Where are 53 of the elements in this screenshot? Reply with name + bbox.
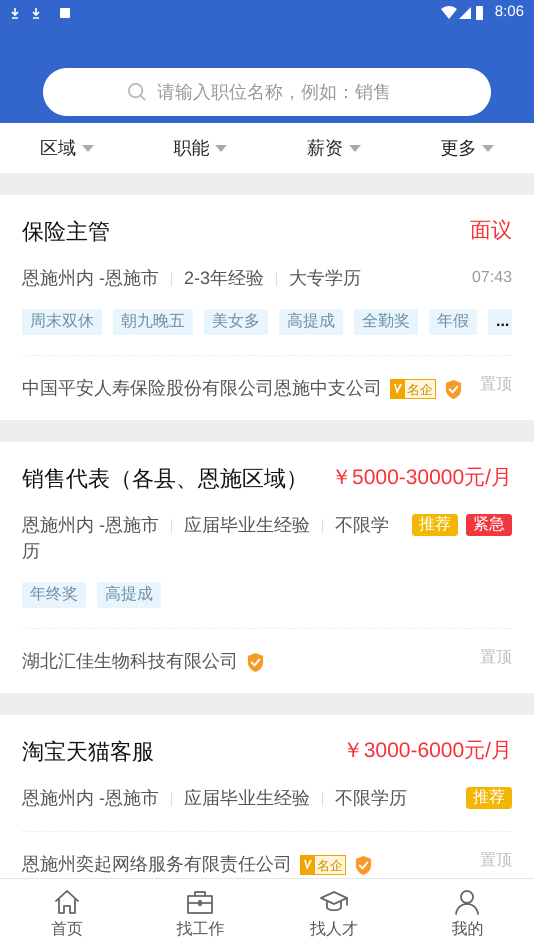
search-icon — [127, 82, 148, 103]
welfare-tag: 全勤奖 — [354, 309, 418, 335]
nav-tab[interactable]: 找人才 — [267, 879, 400, 950]
job-badge: 推荐 — [412, 514, 458, 536]
welfare-tag: 高提成 — [279, 309, 343, 335]
filter-dropdown[interactable]: 薪资 — [306, 134, 361, 162]
welfare-tag: 朝九晚五 — [113, 309, 193, 335]
welfare-tag: 高提成 — [97, 582, 161, 608]
filter-dropdown[interactable]: 区域 — [40, 134, 94, 162]
job-card[interactable]: 销售代表（各县、恩施区域） ￥5000-30000元/月 恩施州内 -恩施市 应届毕业生经验 不限学历 推荐 紧急 年终奖 高提成 湖北汇佳生物科技有限公司 置顶 — [0, 442, 534, 693]
salary: ￥3000-6000元/月 — [342, 738, 512, 764]
job-title: 保险主管 — [22, 218, 110, 246]
job-title: 淘宝天猫客服 — [22, 738, 154, 766]
caret-icon — [348, 144, 361, 152]
post-time: 07:43 — [472, 268, 512, 288]
v-mark-icon — [391, 380, 405, 398]
caret-icon — [215, 144, 228, 152]
notification-icons — [10, 6, 70, 20]
nav-tab[interactable]: 找工作 — [134, 879, 267, 950]
pinned-label: 置顶 — [480, 648, 512, 668]
welfare-tag: 周末双休 — [22, 309, 102, 335]
famous-company-badge: 名企 — [390, 379, 436, 400]
clock: 8:06 — [494, 2, 524, 22]
caret-icon — [482, 144, 494, 152]
job-requirements: 恩施州内 -恩施市 2-3年经验 大专学历 — [22, 267, 362, 290]
welfare-tag: 年终奖 — [22, 582, 86, 608]
nav-tab[interactable]: 首页 — [0, 879, 134, 950]
famous-company-badge: 名企 — [300, 855, 346, 876]
welfare-tag: 美女多 — [204, 309, 268, 335]
caret-icon — [82, 144, 94, 152]
search-field[interactable]: 请输入职位名称，例如：销售 — [43, 68, 491, 116]
job-badge: 推荐 — [466, 787, 512, 809]
user-icon — [453, 888, 482, 916]
salary: ￥5000-30000元/月 — [331, 465, 512, 492]
job-title: 销售代表（各县、恩施区域） — [22, 464, 308, 492]
more-tags-button[interactable]: ... — [488, 309, 512, 335]
job-requirements: 恩施州内 -恩施市 应届毕业生经验 不限学历 — [22, 787, 408, 810]
company-name: 中国平安人寿保险股份有限公司恩施中支公司 名企 — [22, 374, 468, 402]
job-requirements: 恩施州内 -恩施市 应届毕业生经验 不限学历 — [22, 514, 390, 563]
pinned-label: 置顶 — [480, 375, 512, 395]
job-card[interactable]: 淘宝天猫客服 ￥3000-6000元/月 恩施州内 -恩施市 应届毕业生经验 不限学历 推荐 恩施州奕起网络服务有限责任公司 名企 置顶 — [0, 715, 534, 878]
pinned-label: 置顶 — [480, 851, 512, 871]
salary: 面议 — [470, 218, 512, 244]
welfare-tag: 年假 — [429, 309, 477, 335]
nav-tab[interactable]: 我的 — [400, 879, 534, 950]
filter-dropdown[interactable]: 职能 — [173, 134, 228, 162]
home-icon — [52, 888, 81, 916]
job-card[interactable]: 保险主管 面议 恩施州内 -恩施市 2-3年经验 大专学历 07:43 周末双休 朝九晚五 美女多 高提成 全勤奖 年假 ... 中国平安人寿保险股份有限公司恩施中支公司 名企 置顶 — [0, 195, 534, 420]
v-mark-icon — [301, 856, 315, 874]
company-name: 恩施州奕起网络服务有限责任公司 名企 — [22, 850, 468, 878]
filter-dropdown[interactable]: 更多 — [440, 134, 494, 162]
company-name: 湖北汇佳生物科技有限公司 — [22, 647, 468, 675]
job-badge: 紧急 — [466, 514, 512, 536]
